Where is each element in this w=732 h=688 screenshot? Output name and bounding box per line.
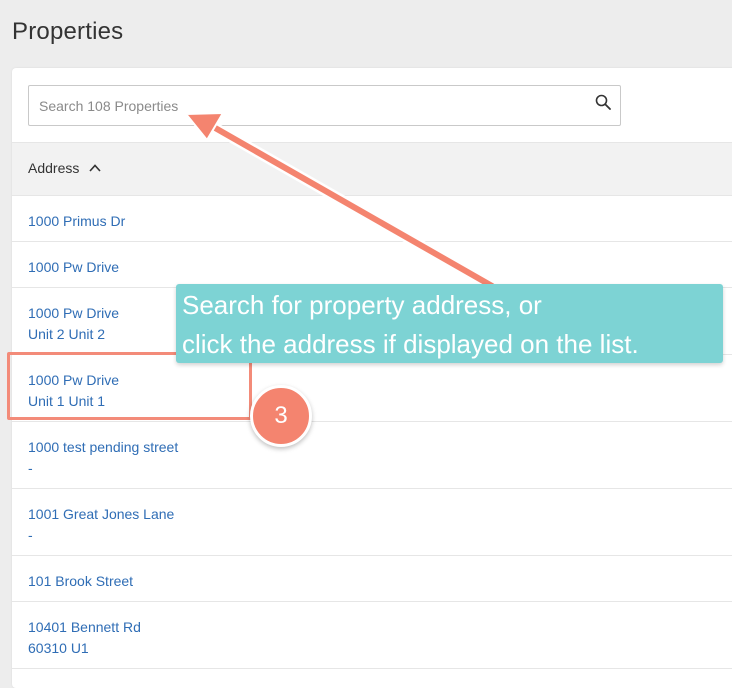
search-icon[interactable] <box>595 94 611 110</box>
property-unit: 60310 U1 <box>28 640 89 656</box>
callout-line: Search for property address, or <box>182 290 542 320</box>
chevron-up-icon[interactable] <box>89 162 101 174</box>
property-address-link[interactable]: 1000 test pending street <box>28 437 732 458</box>
table-header: Address <box>12 142 732 196</box>
search-box[interactable] <box>28 85 621 126</box>
property-list: 1000 Primus Dr 1000 Pw Drive 1000 Pw Dri… <box>12 196 732 669</box>
property-address-link[interactable]: 101 Brook Street <box>28 571 732 592</box>
table-row: 1000 Pw Drive <box>12 242 732 288</box>
table-row: 1000 Primus Dr <box>12 196 732 242</box>
property-address-link[interactable]: 1000 Pw Drive <box>28 257 732 278</box>
column-header-label: Address <box>28 160 80 176</box>
table-row: 1001 Great Jones Lane - <box>12 489 732 556</box>
property-unit: - <box>28 460 33 476</box>
property-unit: - <box>28 527 33 543</box>
column-header-address[interactable]: Address <box>28 160 101 176</box>
table-row: 1000 test pending street - <box>12 422 732 489</box>
search-input[interactable] <box>29 86 579 125</box>
step-badge: 3 <box>250 385 312 447</box>
property-address-link[interactable]: 1001 Great Jones Lane <box>28 504 732 525</box>
table-row: 10401 Bennett Rd 60310 U1 <box>12 602 732 669</box>
table-row: 101 Brook Street <box>12 556 732 602</box>
annotation-callout: Search for property address, or click th… <box>176 284 723 363</box>
property-address-link[interactable]: 1000 Primus Dr <box>28 211 732 232</box>
callout-line: click the address if displayed on the li… <box>182 329 639 359</box>
property-address-link[interactable]: 10401 Bennett Rd <box>28 617 732 638</box>
page-title: Properties <box>12 18 124 45</box>
